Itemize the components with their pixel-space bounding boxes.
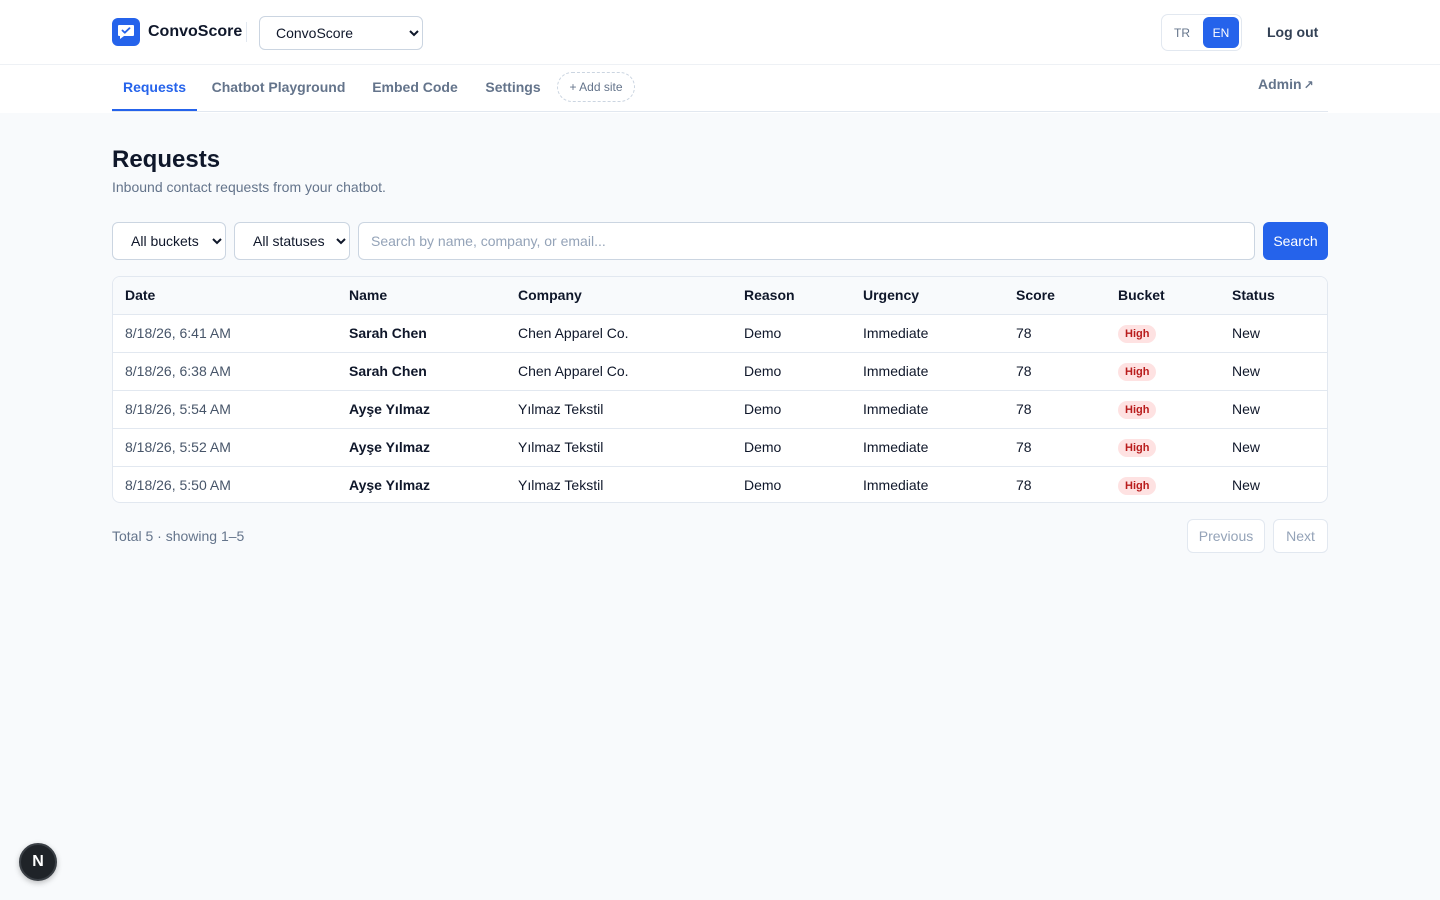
page-subtitle: Inbound contact requests from your chatb… (112, 179, 386, 195)
cell-score: 78 (1004, 390, 1106, 429)
brand[interactable]: ConvoScore (112, 18, 242, 46)
cell-date: 8/18/26, 5:52 AM (113, 428, 337, 467)
cell-score: 78 (1004, 428, 1106, 467)
brand-name: ConvoScore (148, 23, 243, 40)
cell-company: Yılmaz Tekstil (506, 428, 732, 467)
cell-urgency: Immediate (851, 352, 1004, 391)
cell-name: Sarah Chen (337, 314, 506, 353)
cell-status: New (1220, 390, 1327, 429)
cell-bucket: High (1106, 314, 1220, 353)
cell-name: Ayşe Yılmaz (337, 390, 506, 429)
column-header-date[interactable]: Date (113, 277, 337, 315)
language-toggle: TR EN (1161, 14, 1242, 51)
cell-date: 8/18/26, 6:38 AM (113, 352, 337, 391)
next-page-button[interactable]: Next (1273, 519, 1328, 553)
add-site-button[interactable]: + Add site (557, 72, 635, 102)
cell-score: 78 (1016, 477, 1032, 494)
table-row[interactable]: 8/18/26, 5:52 AM Ayşe Yılmaz Yılmaz Teks… (113, 428, 1327, 467)
bucket-badge: High (1118, 362, 1157, 381)
previous-page-button[interactable]: Previous (1187, 519, 1265, 553)
table-row[interactable]: 8/18/26, 6:38 AM Sarah Chen Chen Apparel… (113, 352, 1327, 391)
cell-bucket: High (1106, 390, 1220, 429)
cell-company: Yılmaz Tekstil (518, 477, 604, 494)
nav-divider (112, 111, 1328, 112)
cell-status: New (1220, 428, 1327, 467)
chat-check-icon (112, 18, 140, 46)
bucket-filter[interactable]: All buckets (112, 222, 226, 260)
table-row[interactable]: 8/18/26, 5:54 AM Ayşe Yılmaz Yılmaz Teks… (113, 390, 1327, 429)
cell-reason: Demo (732, 428, 851, 467)
cell-name: Ayşe Yılmaz (337, 428, 506, 467)
logout-button[interactable]: Log out (1255, 20, 1330, 44)
search-input[interactable] (358, 222, 1255, 260)
column-header-status[interactable]: Status (1220, 277, 1327, 315)
cell-urgency: Immediate (851, 428, 1004, 467)
cell-bucket: High (1106, 428, 1220, 467)
lang-tr-button[interactable]: TR (1164, 17, 1200, 48)
admin-link-label: Admin (1258, 76, 1302, 92)
tab-embed-code[interactable]: Embed Code (366, 65, 464, 111)
cell-bucket: High (1106, 466, 1220, 502)
search-button[interactable]: Search (1263, 222, 1328, 260)
bucket-badge: High (1118, 324, 1157, 343)
cell-company: Chen Apparel Co. (506, 352, 732, 391)
brand-divider (246, 22, 247, 42)
cell-date: 8/18/26, 5:54 AM (113, 390, 337, 429)
cell-name: Ayşe Yılmaz (349, 477, 430, 494)
column-header-urgency[interactable]: Urgency (851, 277, 1004, 315)
cell-score: 78 (1004, 352, 1106, 391)
cell-status: New (1232, 477, 1261, 494)
tab-settings[interactable]: Settings (478, 65, 548, 111)
table-header-row: Date Name Company Reason Urgency Score B… (113, 277, 1327, 315)
cell-score: 78 (1004, 314, 1106, 353)
external-link-icon: ↗ (1303, 78, 1314, 92)
cell-reason: Demo (744, 477, 782, 494)
cell-reason: Demo (732, 390, 851, 429)
tab-requests[interactable]: Requests (112, 65, 197, 111)
pagination-summary: Total 5 · showing 1–5 (112, 528, 245, 544)
cell-status: New (1220, 314, 1327, 353)
cell-company: Chen Apparel Co. (506, 314, 732, 353)
lang-en-button[interactable]: EN (1203, 17, 1239, 48)
cell-company: Yılmaz Tekstil (506, 390, 732, 429)
cell-name: Sarah Chen (337, 352, 506, 391)
column-header-reason[interactable]: Reason (732, 277, 851, 315)
column-header-bucket[interactable]: Bucket (1106, 277, 1220, 315)
cell-date: 8/18/26, 6:41 AM (113, 314, 337, 353)
table-row[interactable]: 8/18/26, 6:41 AM Sarah Chen Chen Apparel… (113, 314, 1327, 353)
site-select[interactable]: ConvoScore (259, 16, 423, 50)
cell-urgency: Immediate (863, 477, 929, 494)
column-header-score[interactable]: Score (1004, 277, 1106, 315)
cell-urgency: Immediate (851, 390, 1004, 429)
cell-date: 8/18/26, 5:50 AM (125, 477, 231, 494)
bucket-badge: High (1118, 400, 1157, 419)
cell-bucket: High (1106, 352, 1220, 391)
cell-urgency: Immediate (851, 314, 1004, 353)
requests-table: Date Name Company Reason Urgency Score B… (112, 276, 1328, 503)
bucket-badge: High (1118, 438, 1157, 457)
cell-status: New (1220, 352, 1327, 391)
column-header-name[interactable]: Name (337, 277, 506, 315)
column-header-company[interactable]: Company (506, 277, 732, 315)
page-title: Requests (112, 146, 221, 173)
tab-chatbot-playground[interactable]: Chatbot Playground (207, 65, 350, 111)
cell-reason: Demo (732, 352, 851, 391)
table-row[interactable]: 8/18/26, 5:50 AM Ayşe Yılmaz Yılmaz Teks… (113, 466, 1327, 502)
dev-tools-badge[interactable]: N (19, 843, 57, 881)
cell-reason: Demo (732, 314, 851, 353)
status-filter[interactable]: All statuses (234, 222, 350, 260)
bucket-badge: High (1118, 476, 1157, 495)
admin-link[interactable]: Admin ↗ (1258, 76, 1314, 92)
